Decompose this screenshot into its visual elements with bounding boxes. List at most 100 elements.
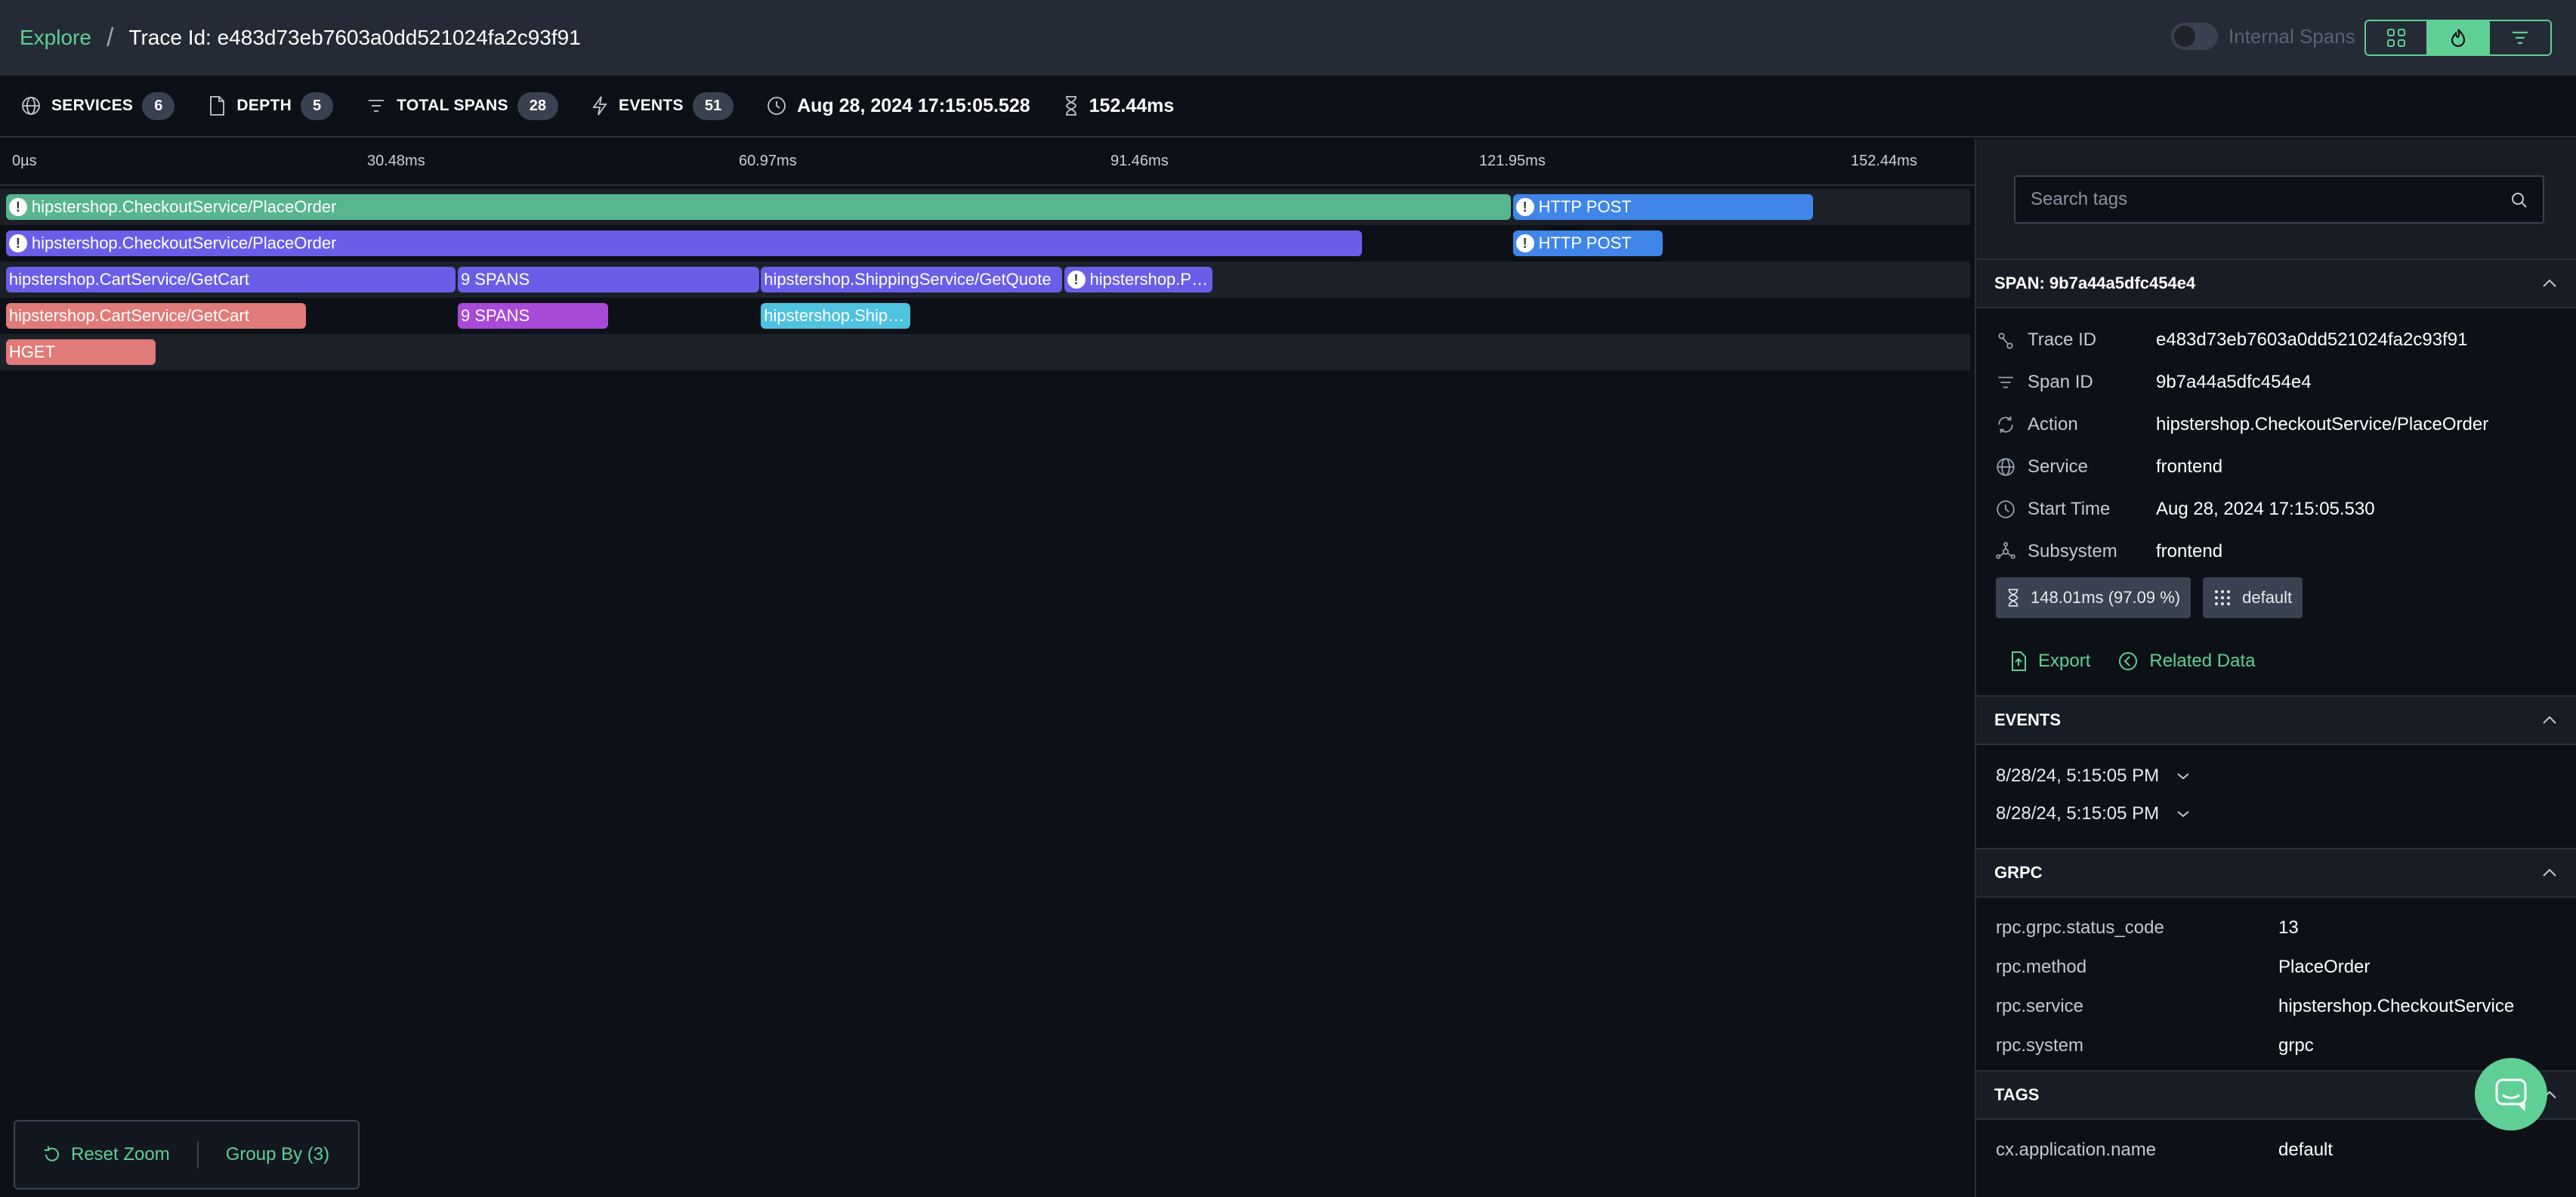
span-row: hipstershop.CartService/GetCart 9 SPANS hi… bbox=[0, 298, 1970, 334]
view-flame-button[interactable] bbox=[2428, 21, 2490, 54]
flame-icon bbox=[2451, 29, 2466, 48]
span-row: hipstershop.CartService/GetCart 9 SPANS hi… bbox=[0, 261, 1970, 298]
view-list-button[interactable] bbox=[2490, 21, 2550, 54]
tag-search-input[interactable] bbox=[2015, 177, 2543, 222]
event-item[interactable]: 8/28/24, 5:15:05 PM bbox=[1976, 757, 2576, 795]
span-bar[interactable]: hipstershop.Shipp... bbox=[761, 303, 911, 329]
chat-icon bbox=[2495, 1078, 2527, 1112]
axis-tick: 60.97ms bbox=[739, 153, 797, 169]
hourglass-icon bbox=[2008, 589, 2018, 607]
span-field-value[interactable]: hipstershop.CheckoutService/PlaceOrder bbox=[2156, 414, 2488, 435]
error-icon: ! bbox=[1515, 198, 1534, 216]
grpc-section-header[interactable]: GRPC bbox=[1976, 849, 2576, 898]
duration-chip: 148.01ms (97.09 %) bbox=[1996, 577, 2191, 618]
clock-icon bbox=[1996, 500, 2018, 519]
stat-start-time: Aug 28, 2024 17:15:05.528 bbox=[767, 95, 1030, 117]
span-field-key: Action bbox=[2028, 414, 2078, 435]
span-field-key: Span ID bbox=[2028, 372, 2093, 392]
search-icon bbox=[2512, 193, 2527, 208]
events-list: 8/28/24, 5:15:05 PM 8/28/24, 5:15:05 PM bbox=[1976, 745, 2576, 849]
span-section-title: SPAN: 9b7a44a5dfc454e4 bbox=[1994, 274, 2196, 292]
field-value[interactable]: grpc bbox=[2278, 1035, 2314, 1056]
span-field-value[interactable]: e483d73eb7603a0dd521024fa2c93f91 bbox=[2156, 329, 2467, 351]
hourglass-icon bbox=[1065, 96, 1076, 116]
span-field-value[interactable]: 9b7a44a5dfc454e4 bbox=[2156, 372, 2312, 393]
span-bar-label: 9 SPANS bbox=[460, 306, 530, 325]
span-field-key: Service bbox=[2028, 456, 2089, 477]
list-filter-icon bbox=[2513, 31, 2528, 45]
group-by-button[interactable]: Group By (3) bbox=[199, 1121, 357, 1188]
span-section-header[interactable]: SPAN: 9b7a44a5dfc454e4 bbox=[1976, 260, 2576, 308]
spans-icon bbox=[369, 100, 385, 112]
event-item[interactable]: 8/28/24, 5:15:05 PM bbox=[1976, 795, 2576, 833]
grpc-field-row: rpc.system grpc bbox=[1976, 1026, 2576, 1066]
subsystem-icon bbox=[1996, 542, 2018, 561]
span-bar[interactable]: 9 SPANS bbox=[457, 267, 759, 292]
export-label: Export bbox=[2038, 651, 2091, 671]
span-bar-label: hipstershop.Shipp... bbox=[764, 306, 911, 325]
event-timestamp: 8/28/24, 5:15:05 PM bbox=[1996, 766, 2160, 786]
span-bar[interactable]: hipstershop.CartService/GetCart bbox=[5, 267, 456, 292]
reset-icon bbox=[45, 1146, 59, 1161]
stat-depth-label: DEPTH bbox=[236, 97, 292, 114]
reset-zoom-button[interactable]: Reset Zoom bbox=[15, 1121, 197, 1188]
grid-dots-icon bbox=[2215, 590, 2231, 605]
stat-spans-label: TOTAL SPANS bbox=[397, 97, 508, 114]
axis-tick: 91.46ms bbox=[1110, 153, 1169, 169]
chevron-up-icon bbox=[2543, 868, 2556, 877]
stat-events-label: EVENTS bbox=[619, 97, 684, 114]
span-row: ! hipstershop.CheckoutService/PlaceOrder!… bbox=[0, 225, 1970, 261]
field-key: rpc.system bbox=[1996, 1035, 2084, 1056]
span-field-value[interactable]: frontend bbox=[2156, 456, 2222, 478]
flame-timeline: 0µs 30.48ms 60.97ms 91.46ms 121.95ms 152.44ms… bbox=[0, 139, 1975, 1197]
chat-support-button[interactable] bbox=[2475, 1058, 2547, 1130]
view-dependency-button[interactable] bbox=[2366, 21, 2428, 54]
span-bar-label: hipstershop.CheckoutService/PlaceOrder bbox=[31, 234, 337, 252]
event-timestamp: 8/28/24, 5:15:05 PM bbox=[1996, 803, 2160, 824]
span-field-value[interactable]: Aug 28, 2024 17:15:05.530 bbox=[2156, 499, 2375, 520]
span-bar[interactable]: ! HTTP POST bbox=[1512, 194, 1813, 220]
timeline-controls: Reset Zoom Group By (3) bbox=[14, 1120, 360, 1189]
top-header: Explore / Trace Id: e483d73eb7603a0dd521… bbox=[0, 0, 2576, 76]
span-field-key: Subsystem bbox=[2028, 541, 2117, 561]
axis-tick: 30.48ms bbox=[367, 153, 425, 169]
internal-spans-toggle-group: Internal Spans bbox=[2171, 23, 2355, 50]
span-bar[interactable]: hipstershop.ShippingService/GetQuote bbox=[761, 267, 1062, 292]
field-key: rpc.grpc.status_code bbox=[1996, 917, 2164, 938]
field-value[interactable]: 13 bbox=[2278, 917, 2299, 939]
breadcrumb-explore[interactable]: Explore bbox=[20, 26, 91, 50]
export-button[interactable]: Export bbox=[2009, 651, 2090, 672]
span-bar[interactable]: ! HTTP POST bbox=[1512, 230, 1663, 256]
stat-services-count: 6 bbox=[142, 91, 175, 120]
span-bar[interactable]: ! hipstershop.Pa... bbox=[1064, 267, 1213, 292]
span-row: ! hipstershop.CheckoutService/PlaceOrder!… bbox=[0, 189, 1970, 225]
group-by-label: Group By (3) bbox=[225, 1144, 330, 1165]
events-section-header[interactable]: EVENTS bbox=[1976, 697, 2576, 745]
span-bar[interactable]: ! hipstershop.CheckoutService/PlaceOrder bbox=[5, 230, 1363, 256]
stat-depth-count: 5 bbox=[301, 91, 334, 120]
span-details-panel: SPAN: 9b7a44a5dfc454e4 Trace ID e483d73eb… bbox=[1975, 139, 2576, 1197]
file-icon bbox=[210, 96, 225, 116]
globe-icon bbox=[1996, 457, 2018, 477]
span-bar[interactable]: HGET bbox=[5, 339, 156, 365]
page-title: Trace Id: e483d73eb7603a0dd521024fa2c93f… bbox=[128, 26, 581, 49]
field-value[interactable]: PlaceOrder bbox=[2278, 957, 2370, 978]
field-value[interactable]: hipstershop.CheckoutService bbox=[2278, 996, 2514, 1017]
span-bar[interactable]: hipstershop.CartService/GetCart bbox=[5, 303, 307, 329]
span-field-key: Trace ID bbox=[2028, 329, 2097, 350]
related-data-button[interactable]: Related Data bbox=[2117, 651, 2255, 672]
tag-search-area bbox=[1976, 139, 2576, 260]
span-field-row: Span ID 9b7a44a5dfc454e4 bbox=[1976, 361, 2576, 404]
span-field-value[interactable]: frontend bbox=[2156, 541, 2222, 562]
span-bar-label: hipstershop.CartService/GetCart bbox=[8, 270, 249, 289]
tags-section-title: TAGS bbox=[1994, 1085, 2040, 1104]
grpc-section-title: GRPC bbox=[1994, 863, 2043, 882]
axis-tick: 0µs bbox=[12, 153, 37, 169]
error-icon: ! bbox=[8, 234, 27, 252]
field-value[interactable]: default bbox=[2278, 1140, 2333, 1161]
span-bar-label: HGET bbox=[8, 342, 56, 361]
internal-spans-toggle[interactable] bbox=[2171, 23, 2218, 50]
span-bar[interactable]: ! hipstershop.CheckoutService/PlaceOrder bbox=[5, 194, 1511, 220]
span-field-key: Start Time bbox=[2028, 499, 2111, 519]
span-bar[interactable]: 9 SPANS bbox=[457, 303, 609, 329]
